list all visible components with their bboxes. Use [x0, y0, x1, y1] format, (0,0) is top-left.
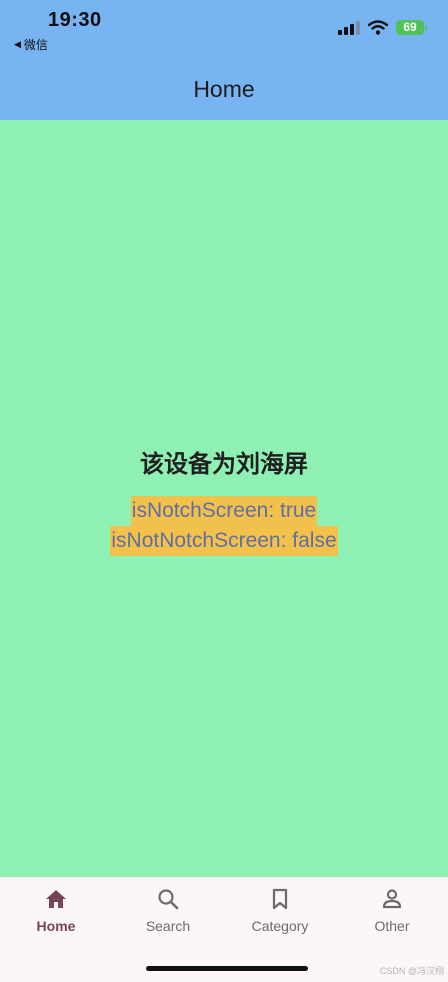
back-label: 微信: [23, 38, 48, 52]
nav-item-category[interactable]: Category: [224, 887, 336, 934]
watermark: CSDN @冯汉栩: [379, 966, 444, 976]
nav-label-home: Home: [36, 918, 76, 934]
status-bar: 19:30 ◀ 微信 69: [0, 0, 448, 58]
signal-icon: [338, 20, 360, 35]
status-indicators: 69: [338, 20, 427, 35]
notch-status-line: isNotchScreen: true: [0, 496, 448, 526]
nav-label-other: Other: [374, 918, 410, 934]
home-indicator[interactable]: [146, 966, 308, 971]
nav-item-search[interactable]: Search: [112, 887, 224, 934]
battery-level: 69: [403, 20, 417, 34]
app-bar: Home: [0, 58, 448, 120]
nav-label-category: Category: [251, 918, 309, 934]
is-notch-screen-text: isNotchScreen: true: [130, 496, 318, 526]
nav-item-home[interactable]: Home: [0, 887, 112, 934]
wifi-icon: [368, 20, 388, 35]
back-to-wechat-link[interactable]: ◀ 微信: [14, 36, 48, 53]
bookmark-icon: [272, 888, 288, 910]
back-arrow-icon: ◀: [14, 39, 21, 49]
main-content: 该设备为刘海屏 isNotchScreen: true isNotNotchSc…: [0, 120, 448, 877]
nav-item-other[interactable]: Other: [336, 887, 448, 934]
nav-label-search: Search: [145, 918, 191, 934]
person-icon: [382, 889, 402, 909]
search-icon: [158, 889, 179, 910]
battery-icon: 69: [396, 20, 427, 35]
status-time: 19:30: [48, 9, 102, 31]
page-title: Home: [193, 75, 255, 102]
not-notch-status-line: isNotNotchScreen: false: [0, 526, 448, 556]
home-icon: [46, 890, 66, 908]
notch-heading: 该设备为刘海屏: [140, 451, 308, 478]
is-not-notch-screen-text: isNotNotchScreen: false: [110, 526, 338, 556]
